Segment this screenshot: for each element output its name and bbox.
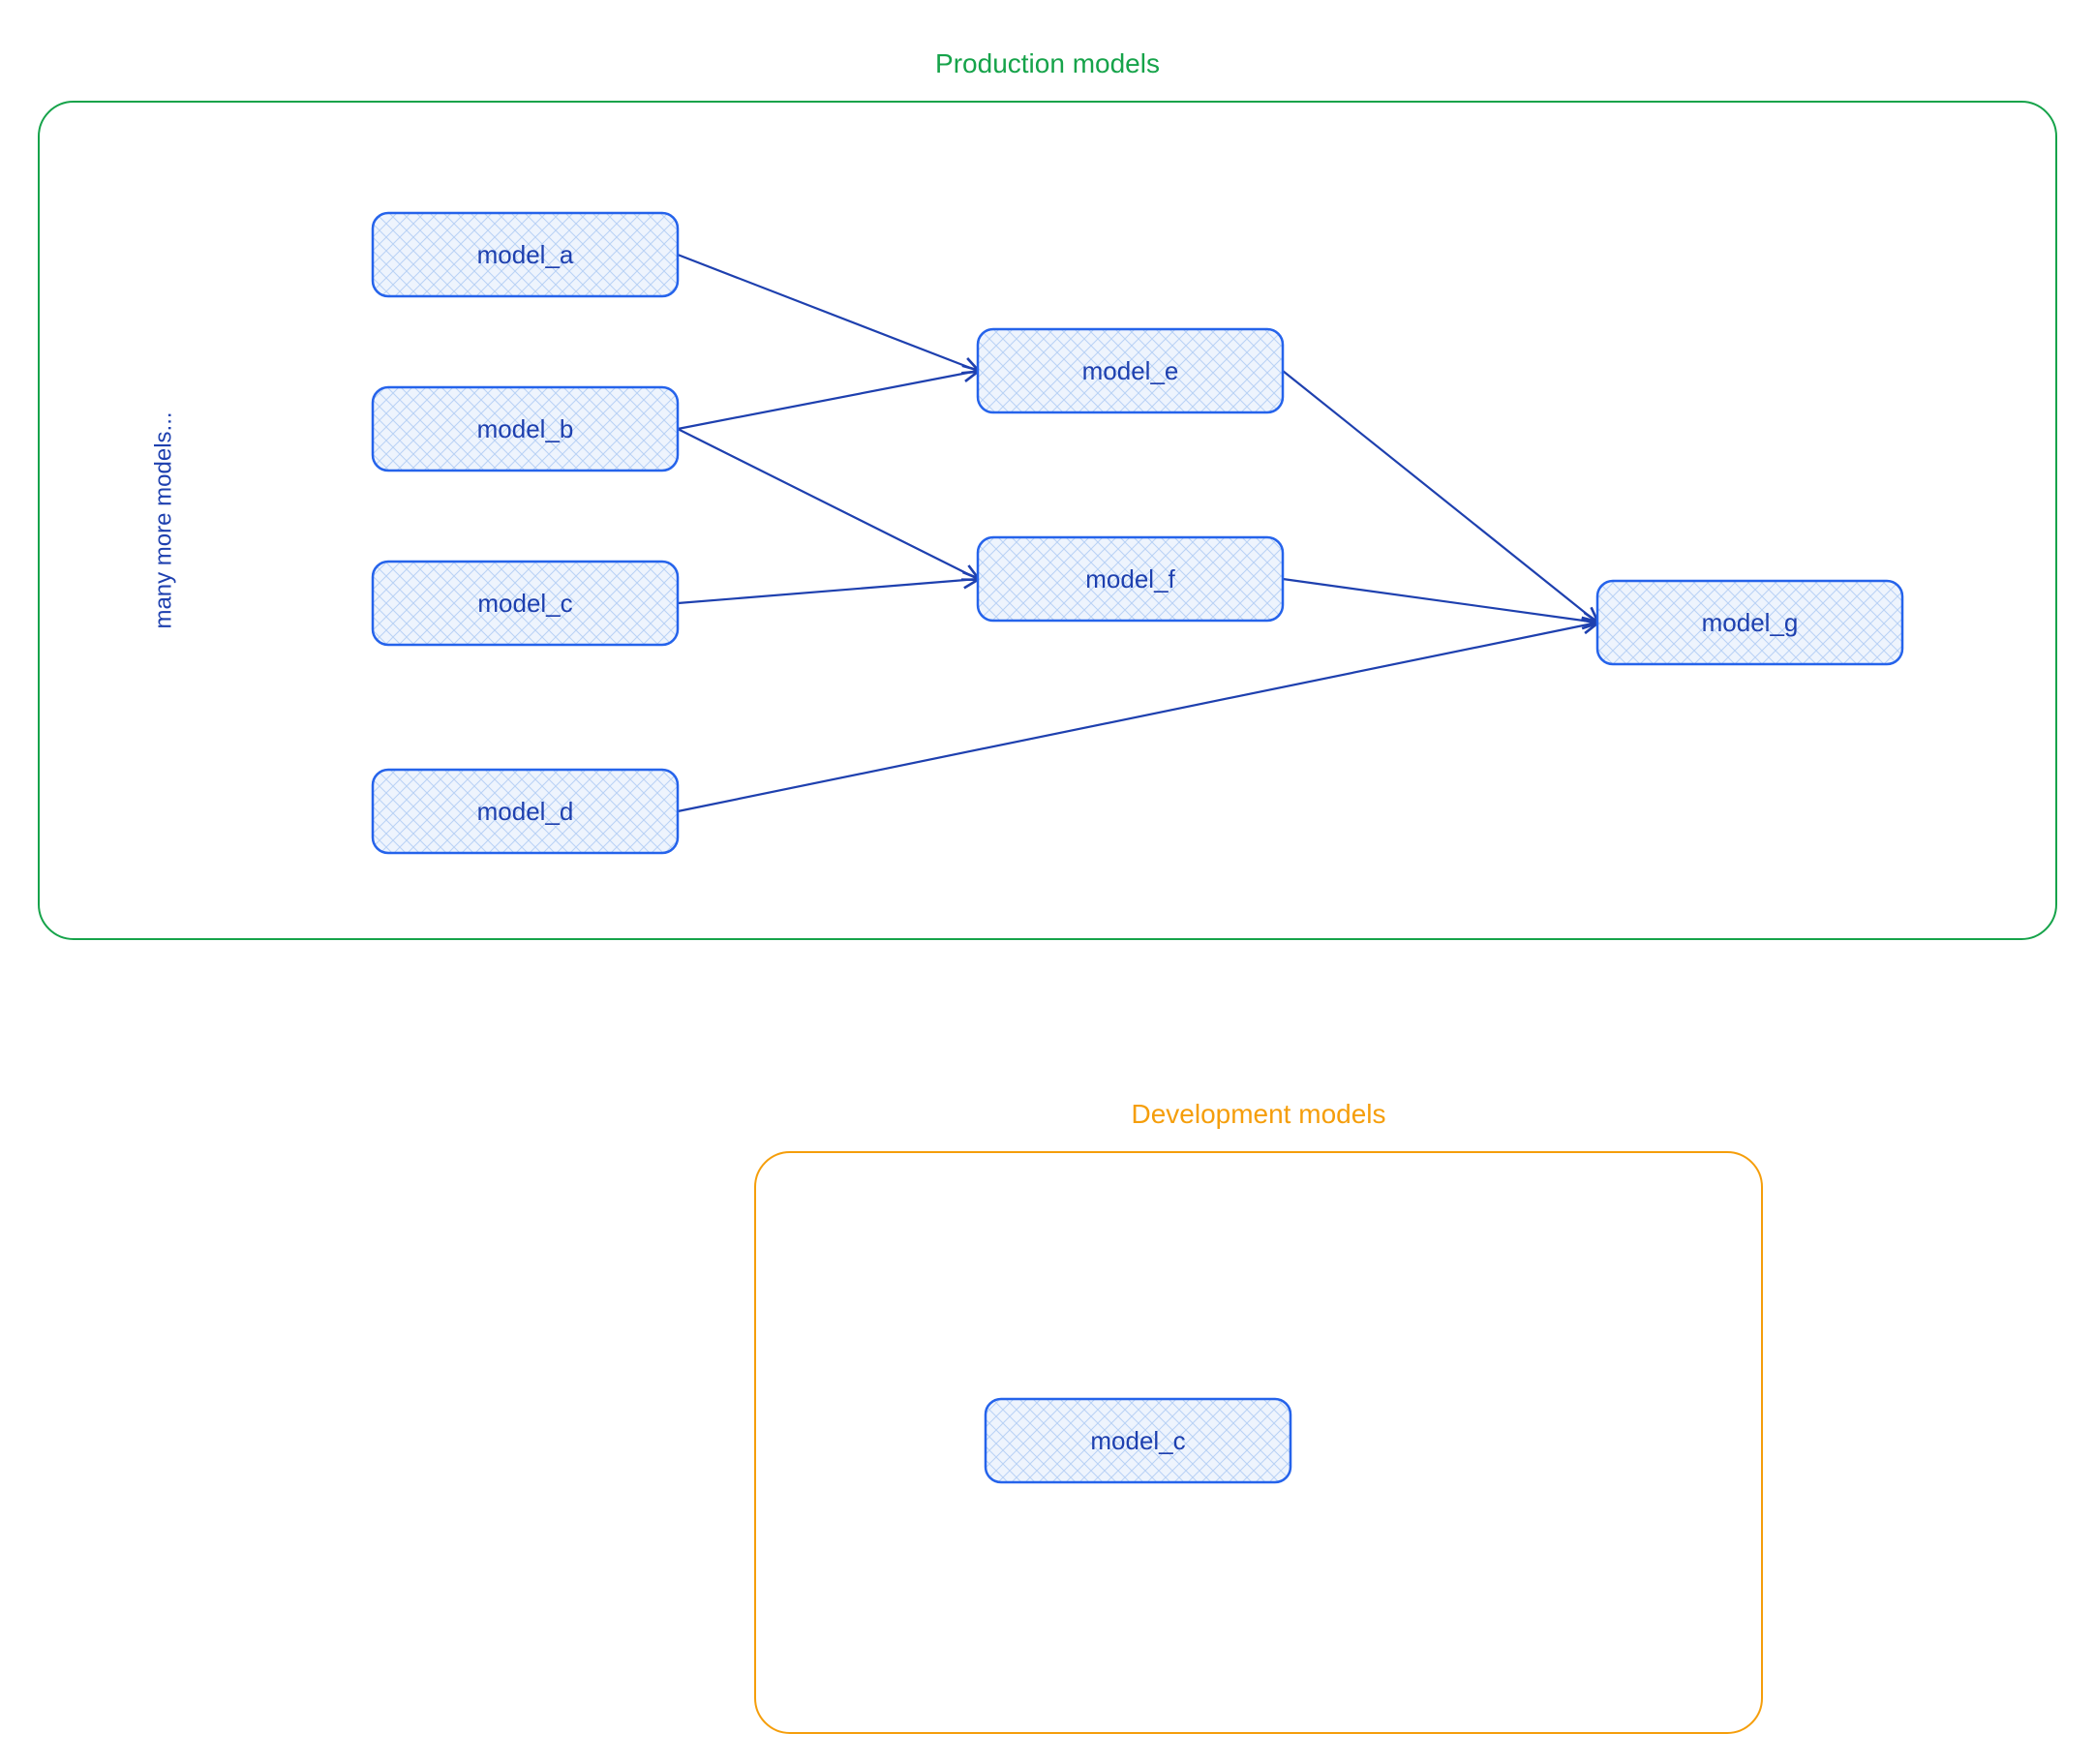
node-label: model_c <box>1090 1426 1185 1455</box>
node-model_f: model_f <box>978 537 1283 621</box>
node-model_d: model_d <box>373 770 678 853</box>
node-label: model_e <box>1082 356 1179 385</box>
diagram-canvas: Production models many more models... mo… <box>0 0 2095 1764</box>
node-model_c: model_c <box>373 562 678 645</box>
node-model_g: model_g <box>1597 581 1902 664</box>
development-title: Development models <box>1131 1099 1385 1129</box>
node-label: model_g <box>1702 608 1799 637</box>
edge-model_c-to-model_f <box>678 579 978 603</box>
node-label: model_f <box>1085 564 1175 593</box>
production-group-box <box>39 102 2056 939</box>
node-model_b: model_b <box>373 387 678 471</box>
node-model_a: model_a <box>373 213 678 296</box>
node-label: model_a <box>477 240 574 269</box>
node-model_e: model_e <box>978 329 1283 412</box>
node-model_c_dev: model_c <box>986 1399 1290 1482</box>
node-label: model_b <box>477 414 574 443</box>
edge-model_d-to-model_g <box>678 623 1597 811</box>
production-nodes: model_a model_b model_c model_d model_emodel… <box>373 213 1902 853</box>
production-title: Production models <box>935 48 1160 78</box>
edge-model_b-to-model_e <box>678 371 978 429</box>
node-label: model_c <box>477 589 572 618</box>
development-nodes: model_c <box>986 1399 1290 1482</box>
side-note: many more models... <box>150 411 176 628</box>
node-label: model_d <box>477 797 574 826</box>
edge-model_b-to-model_f <box>678 429 978 579</box>
edge-model_a-to-model_e <box>678 255 978 371</box>
